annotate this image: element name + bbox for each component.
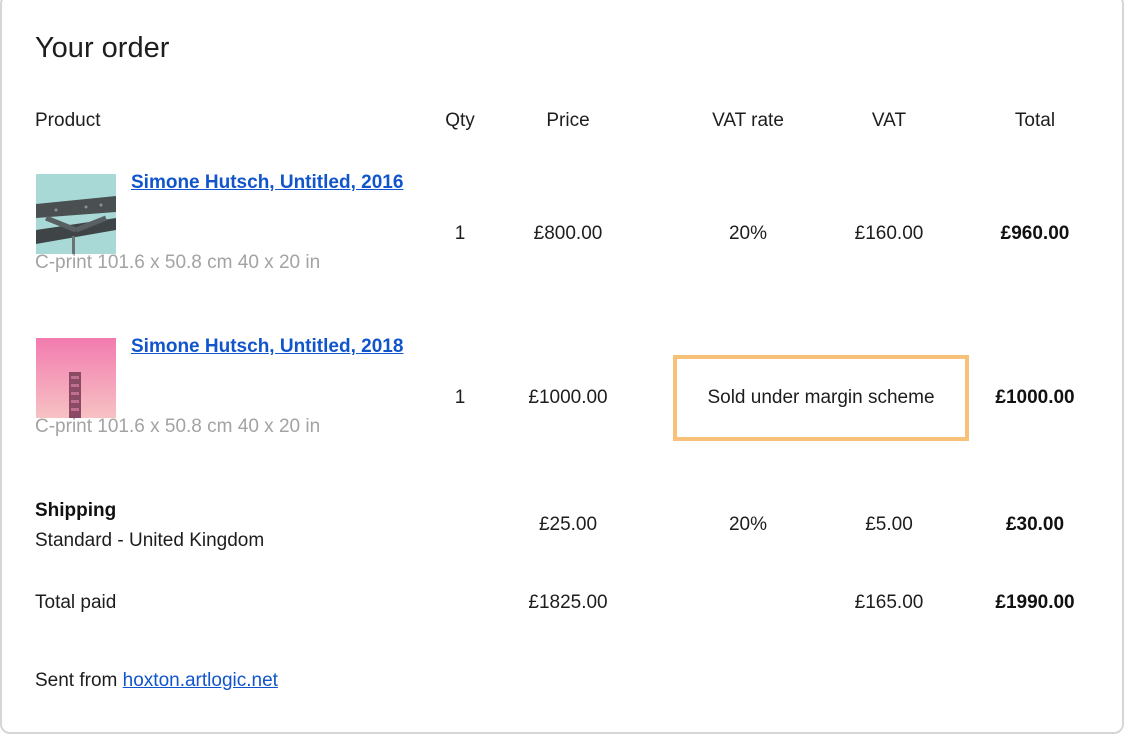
product-thumbnail[interactable] xyxy=(36,174,116,254)
grand-total: £1990.00 xyxy=(995,592,1075,613)
item-total: £960.00 xyxy=(1000,223,1070,244)
total-paid-label: Total paid xyxy=(35,592,117,613)
product-details: C-print 101.6 x 50.8 cm 40 x 20 in xyxy=(35,252,321,273)
item-vat: £160.00 xyxy=(854,223,924,244)
item-qty: 1 xyxy=(454,223,466,244)
item-price: £1000.00 xyxy=(528,387,608,408)
product-details: C-print 101.6 x 50.8 cm 40 x 20 in xyxy=(35,416,321,437)
item-qty: 1 xyxy=(454,387,466,408)
total-price: £1825.00 xyxy=(528,592,608,613)
product-link[interactable]: Simone Hutsch, Untitled, 2016 xyxy=(131,168,421,198)
product-thumbnail[interactable] xyxy=(36,338,116,418)
shipping-label: Shipping xyxy=(35,500,117,521)
header-vat: VAT xyxy=(871,110,907,131)
header-total: Total xyxy=(1014,110,1056,131)
item-vat-rate: 20% xyxy=(728,223,768,244)
shipping-total: £30.00 xyxy=(1005,514,1065,535)
total-vat: £165.00 xyxy=(854,592,924,613)
margin-scheme-label: Sold under margin scheme xyxy=(707,387,935,408)
artwork-image-2016 xyxy=(36,174,116,254)
header-price: Price xyxy=(546,110,590,131)
shipping-method: Standard - United Kingdom xyxy=(35,530,265,551)
header-vat-rate: VAT rate xyxy=(712,110,784,131)
footer-prefix: Sent from xyxy=(35,670,123,691)
item-total: £1000.00 xyxy=(995,387,1075,408)
product-link[interactable]: Simone Hutsch, Untitled, 2018 xyxy=(131,332,421,362)
page-title: Your order xyxy=(35,32,170,64)
shipping-vat: £5.00 xyxy=(865,514,913,535)
item-price: £800.00 xyxy=(533,223,603,244)
artwork-image-2018 xyxy=(36,338,116,418)
site-link[interactable]: hoxton.artlogic.net xyxy=(123,670,278,691)
footer-text: Sent from hoxton.artlogic.net xyxy=(35,670,278,692)
shipping-price: £25.00 xyxy=(538,514,598,535)
order-card: Your order Product Qty Price VAT rate VA… xyxy=(0,0,1124,734)
header-product: Product xyxy=(35,110,101,131)
header-qty: Qty xyxy=(445,110,475,131)
margin-scheme-note: Sold under margin scheme xyxy=(673,355,969,441)
shipping-vat-rate: 20% xyxy=(728,514,768,535)
